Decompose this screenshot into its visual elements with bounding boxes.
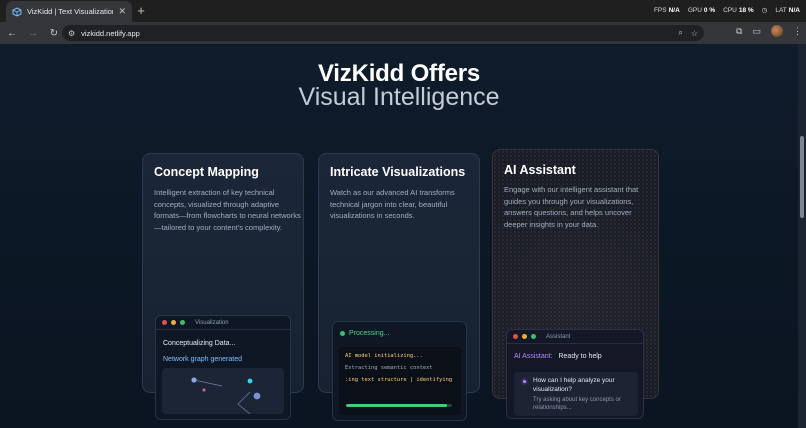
graph-edge <box>237 391 251 405</box>
scrollbar-thumb[interactable] <box>800 136 804 218</box>
graph-node <box>247 378 253 384</box>
graph-node <box>202 388 206 392</box>
performance-monitor: FPS N/A GPU 0 % CPU 18 % ◷ LAT N/A <box>653 6 800 15</box>
back-arrow-icon[interactable]: ← <box>3 24 21 42</box>
card-title: Intricate Visualizations <box>330 165 466 179</box>
browser-toolbar: ← → ↻ ⚙ vizkidd.netlify.app ⌕ ☆ ⧉ ▭ ⋮ <box>0 22 806 44</box>
close-dot-icon <box>513 334 518 339</box>
bookmark-star-icon[interactable]: ☆ <box>691 29 698 38</box>
hero-subtitle: Visual Intelligence <box>298 83 500 111</box>
new-tab-button[interactable]: + <box>134 3 148 19</box>
assistant-name: AI Assistant: <box>514 353 553 360</box>
graph-edge <box>237 403 251 414</box>
progress-bar <box>346 404 452 407</box>
maximize-dot-icon <box>531 334 536 339</box>
window-label: Assistant <box>546 333 571 340</box>
forward-arrow-icon[interactable]: → <box>24 24 42 42</box>
menu-icon[interactable]: ⋮ <box>793 26 802 37</box>
profile-avatar[interactable] <box>771 25 783 37</box>
assistant-message-bubble: How can I help analyze your visualizatio… <box>514 372 638 416</box>
minimize-dot-icon <box>171 320 176 325</box>
card-title: AI Assistant <box>504 163 576 177</box>
terminal-line: Extracting semantic context <box>345 365 433 371</box>
status-line: Conceptualizing Data... <box>163 340 236 347</box>
graph-node <box>191 377 197 383</box>
terminal-line: AI model initializing... <box>345 353 423 359</box>
progress-fill <box>346 404 447 407</box>
perf-gpu: GPU 0 % <box>687 6 716 14</box>
assistant-bullet-icon <box>521 378 528 385</box>
tab-title: VizKidd | Text Visualization <box>27 7 114 16</box>
extensions-icon[interactable]: ⧉ <box>736 26 742 37</box>
url-text[interactable]: vizkidd.netlify.app <box>81 29 670 38</box>
card-title: Concept Mapping <box>154 165 259 179</box>
address-bar[interactable]: ⚙ vizkidd.netlify.app ⌕ ☆ <box>62 25 704 41</box>
graph-edge <box>193 379 223 387</box>
maximize-dot-icon <box>180 320 185 325</box>
cube-favicon-icon <box>12 6 22 17</box>
browser-tab[interactable]: VizKidd | Text Visualization ✕ <box>6 1 132 22</box>
perf-cpu: CPU 18 % <box>723 6 754 14</box>
card-description: Engage with our intelligent assistant th… <box>504 185 639 229</box>
card-description: Watch as our advanced AI transforms tech… <box>330 188 455 220</box>
assistant-status-line: AI Assistant: Ready to help <box>514 353 602 360</box>
zoom-icon[interactable]: ⌕ <box>678 28 682 38</box>
perf-fps: FPS N/A <box>653 6 680 14</box>
toolbar-actions: ⧉ ▭ ⋮ <box>736 25 802 37</box>
card-description: Intelligent extraction of key technical … <box>154 188 301 232</box>
tab-strip: VizKidd | Text Visualization ✕ + FPS N/A … <box>0 0 806 22</box>
assistant-status: Ready to help <box>558 353 602 360</box>
assistant-preview-window: Assistant AI Assistant: Ready to help Ho… <box>506 329 644 419</box>
window-titlebar: Assistant <box>507 330 643 344</box>
window-titlebar: Visualization <box>156 316 290 330</box>
visualization-preview-window: Visualization Conceptualizing Data... Ne… <box>155 315 291 420</box>
window-label: Visualization <box>195 319 229 326</box>
terminal-output: AI model initializing... Extracting sema… <box>339 347 461 415</box>
cast-icon[interactable]: ▭ <box>752 26 761 37</box>
status-line-generated: Network graph generated <box>163 356 242 363</box>
graph-node <box>253 392 261 400</box>
processing-preview-window: Processing... AI model initializing... E… <box>332 321 467 421</box>
close-dot-icon <box>162 320 167 325</box>
terminal-line: :ing text structure | identifying I <box>345 377 455 383</box>
reload-icon[interactable]: ↻ <box>45 24 63 42</box>
page-scrollbar[interactable] <box>798 44 806 428</box>
site-info-icon[interactable]: ⚙ <box>68 29 75 38</box>
clock-icon: ◷ <box>761 7 768 14</box>
assistant-hint: Try asking about key concepts or relatio… <box>533 397 621 411</box>
perf-lat: LAT N/A <box>775 6 800 14</box>
minimize-dot-icon <box>522 334 527 339</box>
processing-status: Processing... <box>340 330 389 337</box>
processing-label: Processing... <box>349 330 390 337</box>
network-graph-preview <box>162 368 284 414</box>
status-dot-icon <box>340 331 345 336</box>
assistant-question: How can I help analyze your visualizatio… <box>533 377 615 393</box>
close-tab-icon[interactable]: ✕ <box>118 6 126 17</box>
